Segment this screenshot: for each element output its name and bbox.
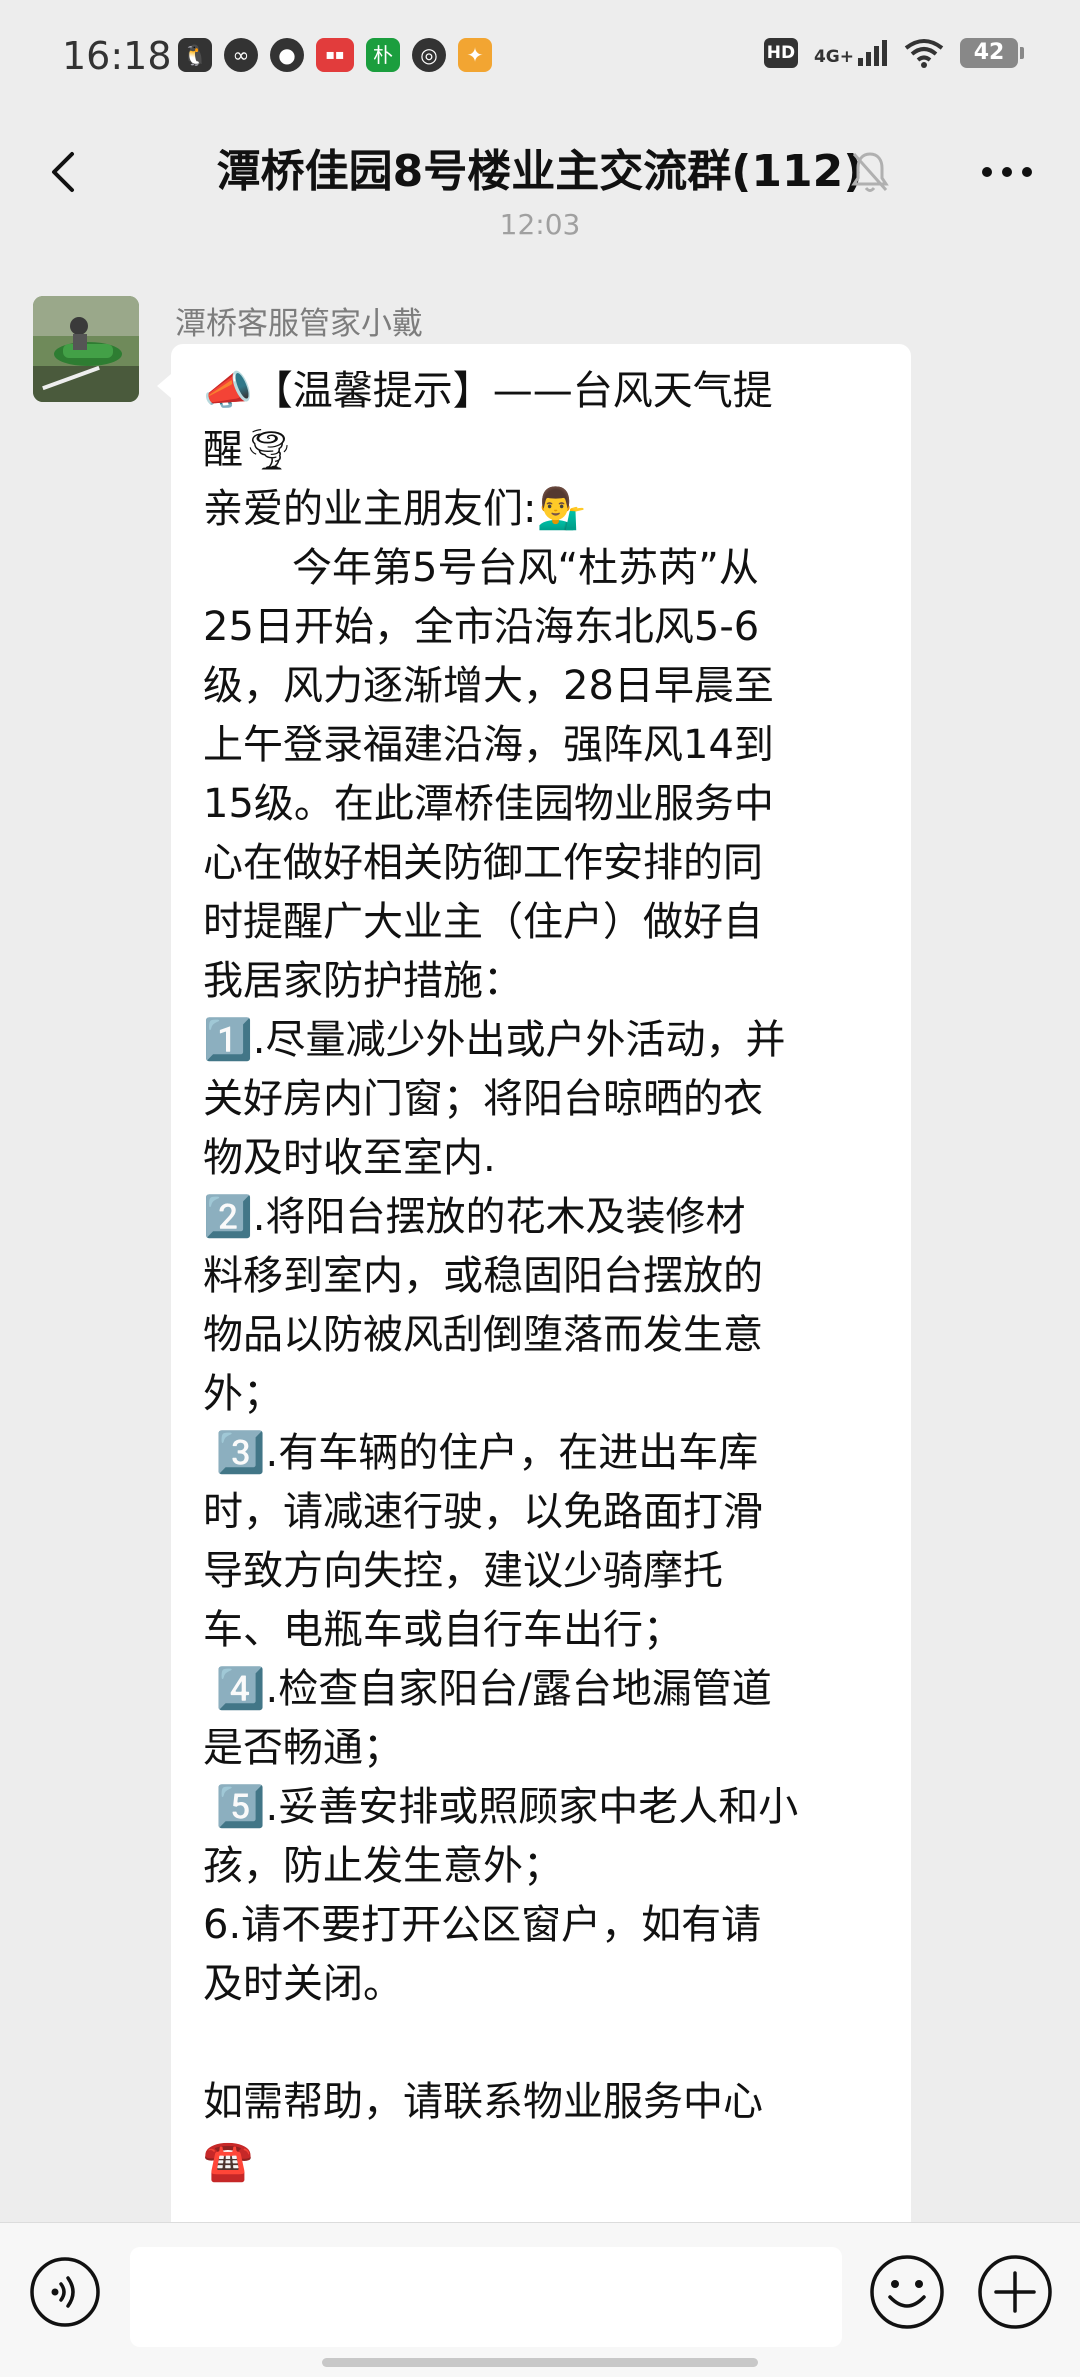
signal-group: 4G+ bbox=[814, 40, 888, 66]
news-app-icon: ▪▪ bbox=[316, 38, 354, 72]
qq-penguin-icon: 🐧 bbox=[178, 38, 212, 72]
input-bar bbox=[0, 2222, 1080, 2377]
message-timestamp: 12:03 bbox=[499, 208, 581, 241]
message-text: 📣【温馨提示】——台风天气提 醒🌪 亲爱的业主朋友们:💁‍♂️ 今年第5号台风“… bbox=[203, 368, 799, 2184]
pu-app-icon: 朴 bbox=[366, 38, 400, 72]
status-time: 16:18 bbox=[62, 34, 172, 78]
status-bar: 16:18 🐧 ∞ ● ▪▪ 朴 ◎ ✦ HD 4G+ 42 bbox=[0, 0, 1080, 118]
chat-title[interactable]: 潭桥佳园8号楼业主交流群(112) bbox=[0, 140, 1080, 204]
message-input[interactable] bbox=[130, 2247, 842, 2347]
voice-icon[interactable] bbox=[28, 2255, 102, 2329]
chat-bubble-icon: ● bbox=[270, 38, 304, 72]
hd-badge: HD bbox=[763, 38, 798, 68]
plus-icon[interactable] bbox=[976, 2253, 1054, 2331]
link-icon: ∞ bbox=[224, 38, 258, 72]
sender-avatar[interactable] bbox=[33, 296, 139, 402]
home-indicator[interactable] bbox=[322, 2358, 758, 2367]
more-options-icon[interactable] bbox=[972, 152, 1042, 192]
signal-icon bbox=[858, 40, 887, 66]
sender-name: 潭桥客服管家小戴 bbox=[175, 306, 423, 342]
message-bubble[interactable]: 📣【温馨提示】——台风天气提 醒🌪 亲爱的业主朋友们:💁‍♂️ 今年第5号台风“… bbox=[157, 344, 911, 2234]
camera-app-icon: ◎ bbox=[412, 38, 446, 72]
status-right: HD 4G+ 42 bbox=[763, 38, 1024, 68]
battery-indicator: 42 bbox=[960, 38, 1024, 68]
avatar-photo bbox=[33, 296, 139, 402]
taobao-app-icon: ✦ bbox=[458, 38, 492, 72]
wifi-icon bbox=[904, 39, 944, 68]
bell-muted-icon bbox=[851, 152, 889, 192]
status-app-icons: 🐧 ∞ ● ▪▪ 朴 ◎ ✦ bbox=[178, 38, 492, 72]
network-type: 4G+ bbox=[813, 47, 854, 67]
emoji-icon[interactable] bbox=[868, 2253, 946, 2331]
